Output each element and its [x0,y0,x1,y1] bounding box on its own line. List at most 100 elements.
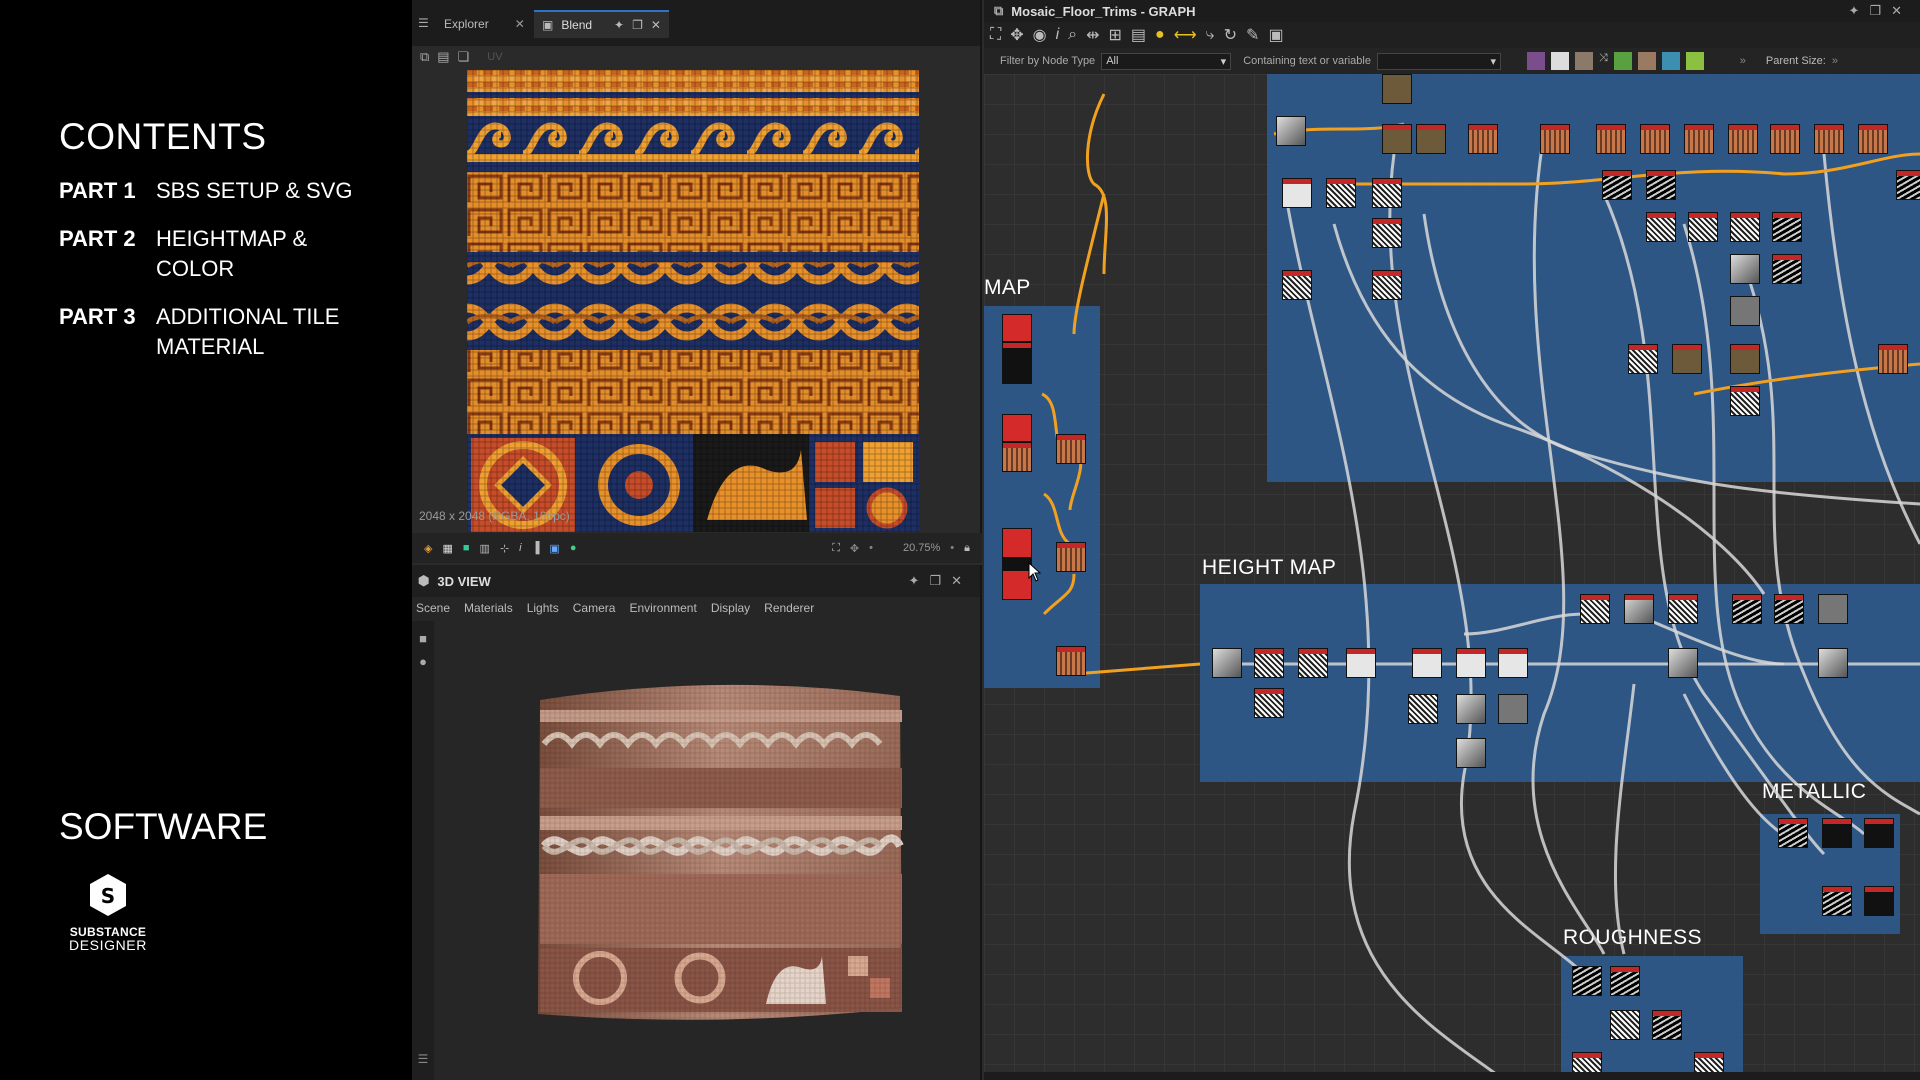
dot-icon[interactable]: • [869,542,873,554]
fit-icon[interactable]: ⛶ [832,542,840,555]
graph-scrollbar[interactable] [984,1072,1920,1080]
tree-icon[interactable]: ☰ [412,1052,434,1066]
graph-node[interactable] [1002,314,1032,342]
menu-camera[interactable]: Camera [573,601,616,615]
graph-node[interactable] [1684,124,1714,154]
image-icon[interactable]: ▣ [549,542,559,555]
graph-node[interactable] [1688,212,1718,242]
anchor-icon[interactable]: ⤷ [1206,26,1215,44]
graph-node[interactable] [1646,170,1676,200]
graph-node[interactable] [1002,342,1032,384]
graph-node[interactable] [1896,170,1920,200]
graph-node[interactable] [1864,886,1894,916]
graph-node[interactable] [1774,594,1804,624]
pin-icon[interactable]: ✦ [909,573,930,588]
graph-node[interactable] [1730,344,1760,374]
menu-display[interactable]: Display [711,601,750,615]
save-icon[interactable]: ▤ [437,49,449,65]
graph-node[interactable] [1646,212,1676,242]
dot-icon[interactable]: • [950,542,954,554]
graph-node[interactable] [1456,694,1486,724]
screenshot-icon[interactable]: ◉ [1033,25,1047,45]
graph-node[interactable] [1540,124,1570,154]
graph-node[interactable] [1498,694,1528,724]
graph-node[interactable] [1002,414,1032,442]
graph-node[interactable] [1730,296,1760,326]
more-icon[interactable]: » [1832,55,1838,67]
pin-icon[interactable]: ✦ [1849,3,1870,18]
graph-node[interactable] [1610,966,1640,996]
graph-node[interactable] [1818,594,1848,624]
color-wheel-icon[interactable]: ● [570,542,577,554]
shuffle-icon[interactable]: ⤨ [1599,52,1608,70]
graph-node[interactable] [1456,648,1486,678]
zoom-level[interactable]: 20.75% [903,542,940,554]
copy-icon[interactable]: ❏ [458,49,470,65]
histogram-icon[interactable]: ▐ [532,542,540,554]
tab-blend[interactable]: ▣ Blend ✦ ❐ ✕ [534,10,669,38]
graph-node[interactable] [1498,648,1528,678]
close-icon[interactable]: ✕ [1891,3,1912,18]
graph-node[interactable] [1468,124,1498,154]
graph-node[interactable] [1822,818,1852,848]
graph-node[interactable] [1772,212,1802,242]
checker-icon[interactable]: ▦ [442,542,452,555]
menu-scene[interactable]: Scene [416,601,450,615]
graph-node[interactable] [1772,254,1802,284]
graph-node[interactable] [1596,124,1626,154]
graph-node[interactable] [1818,648,1848,678]
close-icon[interactable]: ✕ [651,18,661,32]
graph-node[interactable] [1408,694,1438,724]
graph-node[interactable] [1372,270,1402,300]
maximize-icon[interactable]: ❐ [632,18,643,32]
graph-node[interactable] [1416,124,1446,154]
maximize-icon[interactable]: ❐ [929,573,951,588]
menu-lights[interactable]: Lights [527,601,559,615]
uv-dropdown[interactable]: UV [487,51,502,63]
graph-node[interactable] [1212,648,1242,678]
graph-node[interactable] [1254,648,1284,678]
tools-icon[interactable]: ✎ [1246,25,1259,45]
graph-node[interactable] [1372,178,1402,208]
graph-node[interactable] [1732,594,1762,624]
graph-node[interactable] [1254,688,1284,718]
camera-icon[interactable]: ■ [412,631,434,646]
frame-all-icon[interactable]: ⛶ [990,26,1001,44]
graph-node[interactable] [1382,74,1412,104]
graph-node[interactable] [1412,648,1442,678]
grid-icon[interactable]: ▥ [480,542,490,555]
graph-node[interactable] [1640,124,1670,154]
view-material-icon[interactable] [1637,52,1656,70]
graph-node[interactable] [1346,648,1376,678]
maximize-icon[interactable]: ❐ [1869,3,1891,18]
graph-node[interactable] [1668,648,1698,678]
filter-node-type-select[interactable]: All ▾ [1101,52,1232,70]
graph-node[interactable] [1822,886,1852,916]
graph-node[interactable] [1056,646,1086,676]
layers-icon[interactable]: ⧉ [420,49,429,65]
graph-node[interactable] [1610,1010,1640,1040]
python-icon[interactable]: ● [1155,26,1165,44]
tile-icon[interactable]: ⊹ [500,542,509,555]
view-fx-icon[interactable] [1661,52,1680,70]
table-icon[interactable]: ▤ [1131,25,1146,45]
graph-node[interactable] [1382,124,1412,154]
info-icon[interactable]: i [1056,26,1060,44]
graph-node[interactable] [1864,818,1894,848]
view-light-icon[interactable] [1550,52,1569,70]
refresh-icon[interactable]: ↻ [1224,25,1237,45]
search-icon[interactable]: ⌕ [1068,26,1077,44]
view-gradient-icon[interactable] [1685,52,1704,70]
connect-icon[interactable]: ⟷ [1174,25,1197,45]
close-icon[interactable]: ✕ [951,573,972,588]
graph-node[interactable] [1878,344,1908,374]
tab-explorer[interactable]: Explorer ✕ [436,10,533,38]
graph-node[interactable] [1276,116,1306,146]
graph-canvas[interactable]: MAP HEIGHT MAP METALLIC ROUGHNESS [984,74,1920,1080]
graph-node[interactable] [1456,738,1486,768]
graph-node[interactable] [1282,178,1312,208]
center-icon[interactable]: ✥ [1010,25,1023,45]
lock-icon[interactable]: 🔒︎ [964,542,970,555]
color-mode-icon[interactable]: ■ [463,542,470,554]
graph-node[interactable] [1282,270,1312,300]
